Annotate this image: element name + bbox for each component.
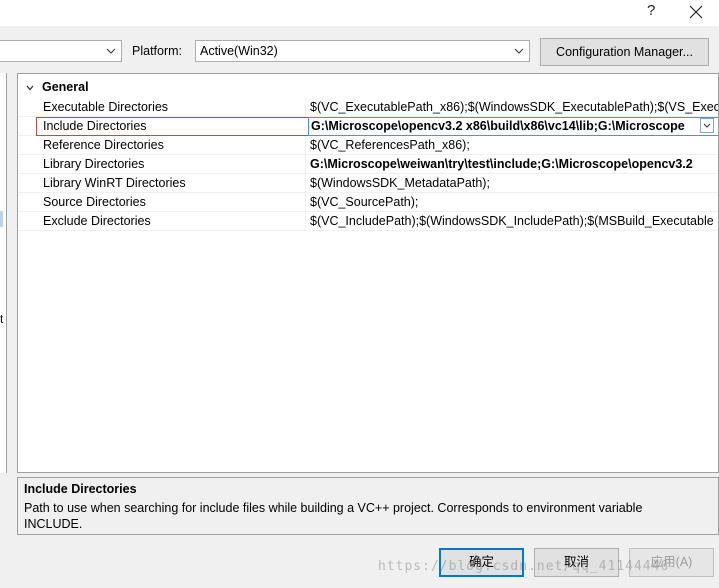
column-divider xyxy=(305,98,306,117)
watermark-text: https://blog.csdn.net/qq_41144446 xyxy=(378,559,670,574)
column-divider xyxy=(305,136,306,155)
property-value[interactable]: G:\Microscope\weiwan\try\test\include;G:… xyxy=(310,157,693,171)
platform-label: Platform: xyxy=(132,44,183,58)
property-row-executable-directories[interactable]: Executable Directories $(VC_ExecutablePa… xyxy=(18,98,718,117)
property-row-reference-directories[interactable]: Reference Directories $(VC_ReferencesPat… xyxy=(18,136,718,155)
configuration-combo[interactable] xyxy=(0,40,122,62)
property-name: Source Directories xyxy=(43,195,146,209)
column-divider xyxy=(305,212,306,231)
property-name: Library WinRT Directories xyxy=(43,176,186,190)
category-general[interactable]: General xyxy=(18,78,718,96)
close-button[interactable] xyxy=(689,2,707,20)
chevron-down-icon xyxy=(106,48,116,54)
property-value[interactable]: $(VC_ExecutablePath_x86);$(WindowsSDK_Ex… xyxy=(310,100,718,114)
property-name: Executable Directories xyxy=(43,100,169,114)
property-value[interactable]: $(VC_IncludePath);$(WindowsSDK_IncludePa… xyxy=(310,214,714,228)
configuration-manager-button[interactable]: Configuration Manager... xyxy=(540,38,709,66)
property-value[interactable]: $(WindowsSDK_MetadataPath); xyxy=(310,176,490,190)
property-value[interactable]: $(VC_ReferencesPath_x86); xyxy=(310,138,470,152)
property-name: Library Directories xyxy=(43,157,145,171)
description-title: Include Directories xyxy=(24,482,137,496)
tree-item-fragment: t xyxy=(0,312,4,326)
property-value[interactable]: G:\Microscope\opencv3.2 x86\build\x86\vc… xyxy=(311,119,685,133)
description-text: Path to use when searching for include f… xyxy=(24,501,643,531)
description-panel: Include Directories Path to use when sea… xyxy=(17,477,719,535)
column-divider xyxy=(305,155,306,174)
chevron-down-icon xyxy=(514,48,524,54)
property-name: Include Directories xyxy=(43,119,147,133)
property-row-library-winrt-directories[interactable]: Library WinRT Directories $(WindowsSDK_M… xyxy=(18,174,718,193)
property-value[interactable]: $(VC_SourcePath); xyxy=(310,195,418,209)
value-dropdown-button[interactable] xyxy=(700,118,714,133)
collapse-chevron-icon[interactable] xyxy=(25,83,35,93)
property-name: Exclude Directories xyxy=(43,214,151,228)
property-name: Reference Directories xyxy=(43,138,164,152)
property-row-include-directories[interactable]: Include Directories G:\Microscope\opencv… xyxy=(18,117,718,136)
column-divider xyxy=(305,174,306,193)
column-divider xyxy=(305,193,306,212)
category-label: General xyxy=(42,80,89,94)
property-value-editor[interactable]: G:\Microscope\opencv3.2 x86\build\x86\vc… xyxy=(308,117,718,136)
dialog-title-bar: ? xyxy=(0,0,719,26)
property-tree-panel[interactable]: t xyxy=(0,73,7,473)
tree-selection-marker xyxy=(0,211,3,227)
platform-value: Active(Win32) xyxy=(200,44,278,58)
property-row-library-directories[interactable]: Library Directories G:\Microscope\weiwan… xyxy=(18,155,718,174)
close-icon xyxy=(689,5,703,19)
chevron-down-icon xyxy=(703,123,711,128)
property-grid[interactable]: General Executable Directories $(VC_Exec… xyxy=(17,73,719,473)
help-button[interactable]: ? xyxy=(647,2,655,20)
platform-combo[interactable]: Active(Win32) xyxy=(195,40,530,62)
property-row-source-directories[interactable]: Source Directories $(VC_SourcePath); xyxy=(18,193,718,212)
property-row-exclude-directories[interactable]: Exclude Directories $(VC_IncludePath);$(… xyxy=(18,212,718,231)
